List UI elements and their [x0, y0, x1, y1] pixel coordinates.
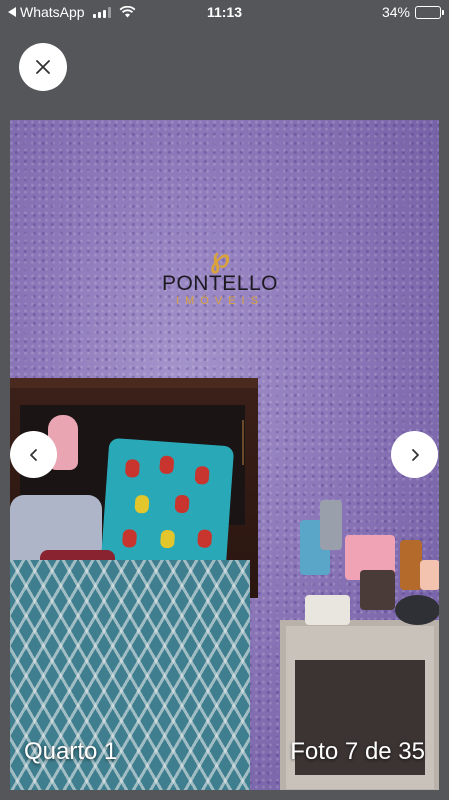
- chevron-left-icon: [29, 448, 37, 461]
- close-button[interactable]: [19, 43, 67, 91]
- photo-counter: Foto 7 de 35: [290, 738, 425, 765]
- room-label: Quarto 1: [24, 738, 118, 765]
- close-icon: [36, 60, 50, 74]
- battery-icon: [415, 5, 444, 19]
- watermark: ℘ PONTELLO IMÓVEIS: [160, 243, 280, 308]
- status-bar: WhatsApp 11:13 34%: [0, 0, 449, 24]
- watermark-logo-icon: ℘: [210, 243, 230, 274]
- property-photo[interactable]: [10, 120, 439, 790]
- watermark-sub: IMÓVEIS: [176, 295, 264, 307]
- battery-percent: 34%: [381, 4, 410, 20]
- photo-pillow: [100, 437, 235, 572]
- next-photo-button[interactable]: [391, 431, 438, 478]
- previous-photo-button[interactable]: [10, 431, 57, 478]
- photo-objects: [300, 500, 439, 630]
- watermark-brand: PONTELLO: [161, 272, 279, 295]
- chevron-right-icon: [411, 448, 419, 461]
